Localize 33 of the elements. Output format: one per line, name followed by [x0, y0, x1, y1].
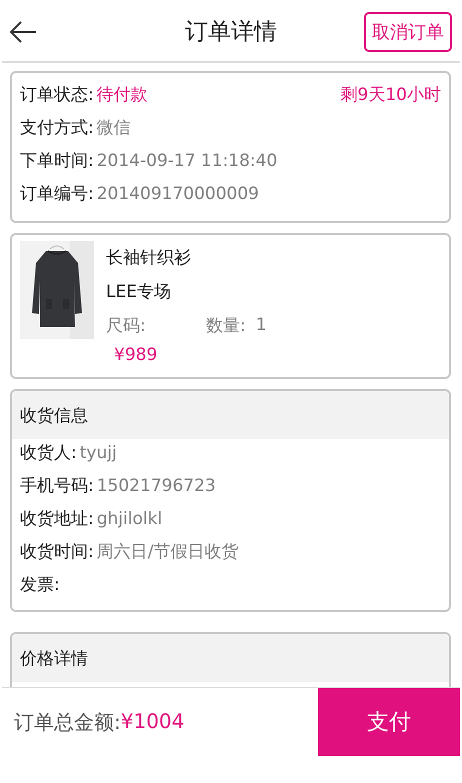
- field-value: 2014-09-17 11:18:40: [96, 151, 278, 171]
- product-card[interactable]: 长袖针织衫 LEE专场 尺码: 数量: 1 ¥989: [10, 233, 451, 379]
- field-value: 周六日/节假日收货: [96, 541, 238, 563]
- field-label: 订单状态:: [20, 84, 94, 106]
- quantity-label: 数量:: [206, 314, 246, 336]
- field-label: 支付方式:: [20, 117, 94, 139]
- product-price: ¥989: [114, 345, 158, 365]
- countdown-text: 剩9天10小时: [340, 84, 441, 106]
- field-value: tyujj: [80, 443, 117, 463]
- field-label: 发票:: [20, 574, 60, 596]
- product-name: 长袖针织衫: [106, 247, 192, 270]
- field-value: 201409170000009: [96, 184, 259, 204]
- back-arrow-icon[interactable]: [8, 20, 38, 44]
- field-label: 手机号码:: [20, 475, 94, 497]
- field-value: 15021796723: [96, 476, 216, 496]
- field-value: ghjilolkl: [96, 509, 162, 529]
- field-label: 收货人:: [20, 442, 77, 464]
- field-label: 下单时间:: [20, 150, 94, 172]
- pay-button[interactable]: 支付: [318, 688, 460, 756]
- total-amount: ¥1004: [120, 708, 184, 734]
- field-value: 微信: [96, 117, 131, 139]
- page-title: 订单详情: [185, 18, 277, 47]
- quantity-value: 1: [256, 315, 267, 335]
- field-label: 收货地址:: [20, 508, 94, 530]
- field-value: 待付款: [96, 84, 148, 106]
- size-label: 尺码:: [106, 314, 147, 336]
- section-title: 收货信息: [20, 404, 88, 426]
- cancel-order-button[interactable]: 取消订单: [364, 12, 452, 52]
- total-label: 订单总金额:: [14, 708, 121, 736]
- field-label: 订单编号:: [20, 183, 94, 205]
- section-title: 价格详情: [20, 648, 88, 670]
- field-label: 收货时间:: [20, 541, 94, 563]
- brand-name: LEE专场: [106, 281, 172, 304]
